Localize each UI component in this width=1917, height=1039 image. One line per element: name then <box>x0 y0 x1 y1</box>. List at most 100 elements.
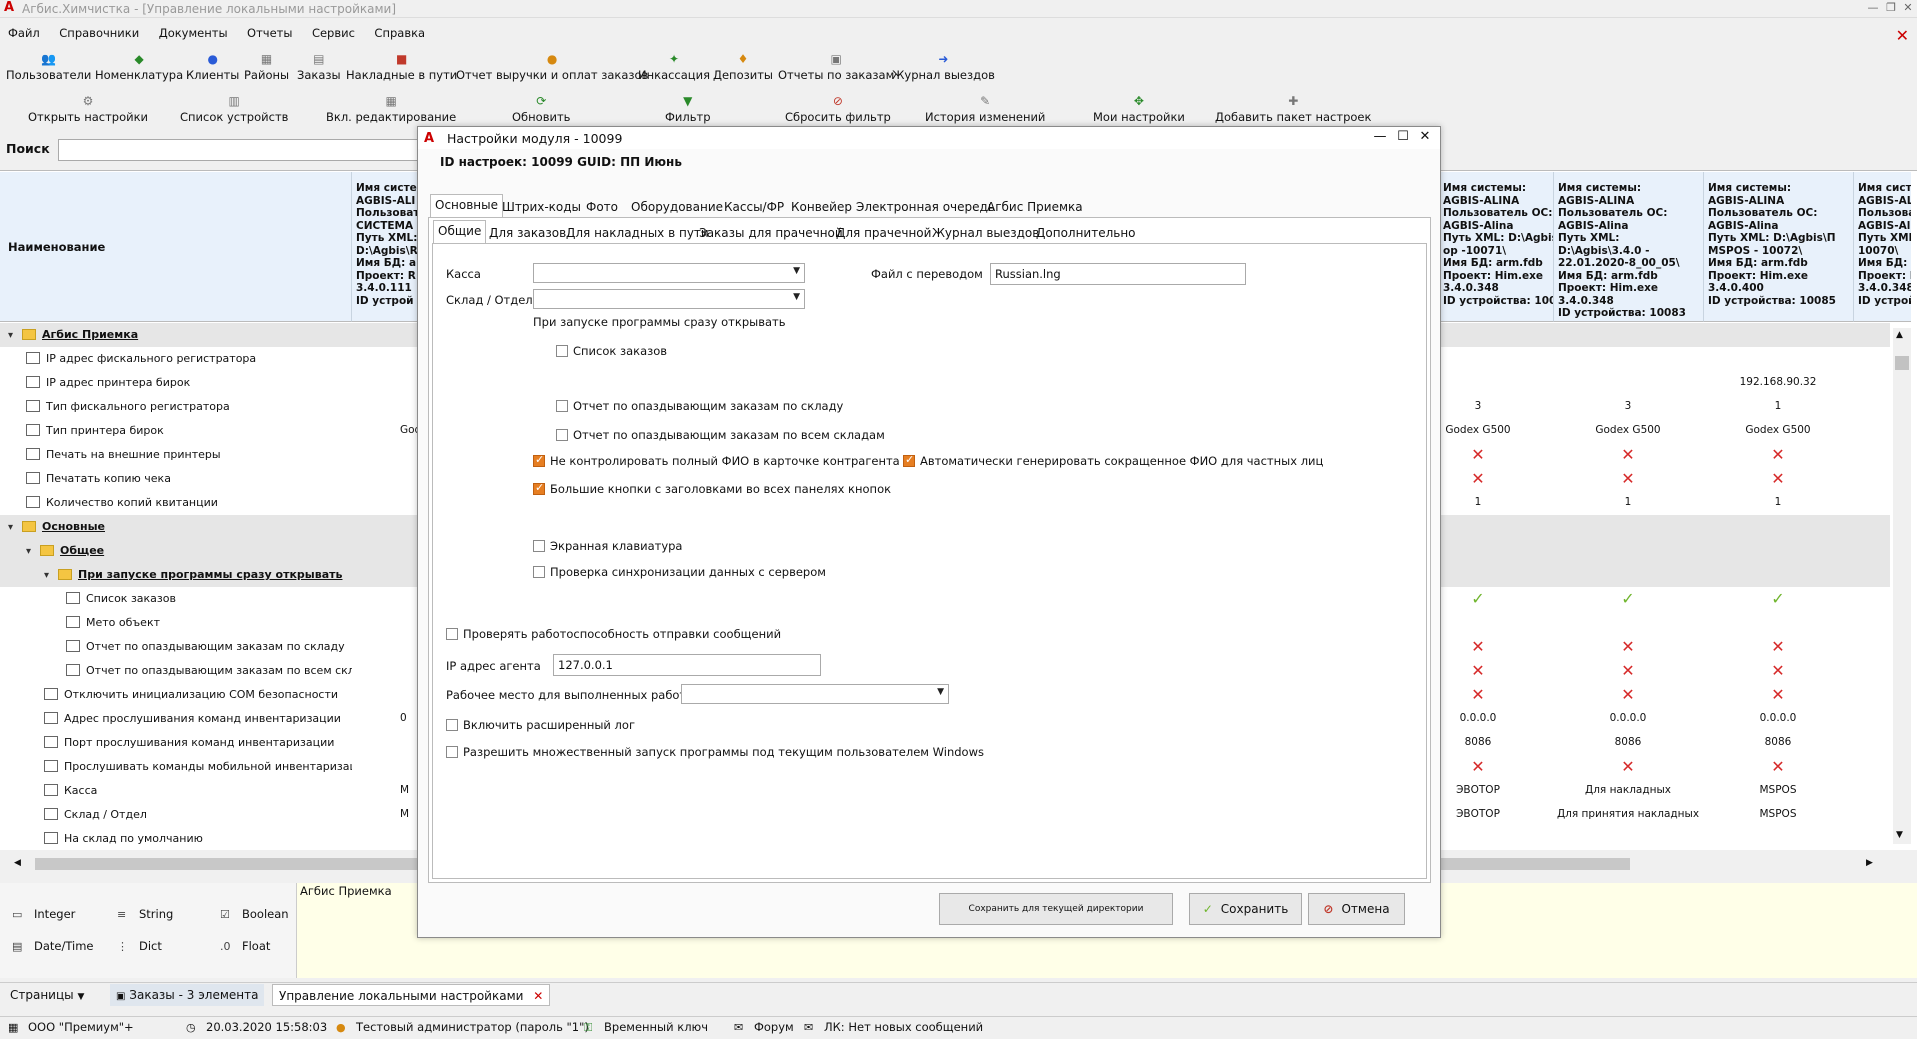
horizontal-scroll-thumb-right[interactable] <box>1440 858 1630 870</box>
subtab-additional[interactable]: Дополнительно <box>1032 223 1140 243</box>
boolean-cell[interactable]: ✕ <box>1703 685 1853 704</box>
cancel-button[interactable]: ⊘ Отмена <box>1308 893 1405 925</box>
tab-cash-registers[interactable]: Кассы/ФР <box>720 197 788 217</box>
grid-cell[interactable]: Godex G500 <box>1553 424 1703 436</box>
tree-group-row[interactable]: ▾ Основные <box>0 515 352 539</box>
collapse-icon[interactable]: ▾ <box>8 516 18 539</box>
tree-row[interactable]: Прослушивать команды мобильной инвентари… <box>0 755 352 779</box>
order-reports-button[interactable]: ▣ Отчеты по заказам <box>778 52 894 82</box>
extended-log-checkbox[interactable] <box>446 719 458 731</box>
big-buttons-checkbox[interactable] <box>533 481 545 495</box>
tab-conveyor[interactable]: Конвейер <box>787 197 856 217</box>
kassa-select[interactable]: ▼ <box>533 263 805 283</box>
boolean-cell[interactable]: ✓ <box>1553 589 1703 608</box>
pages-menu-button[interactable]: Страницы ▼ <box>4 984 90 1006</box>
status-forum[interactable]: ✉ Форум <box>734 1020 794 1034</box>
tree-row[interactable]: Печать на внешние принтеры <box>0 443 352 467</box>
collapse-icon[interactable]: ▾ <box>8 324 18 347</box>
device-column-header[interactable]: Имя систе AGBIS-ALI Пользоват СИСТЕМА Пу… <box>352 172 420 322</box>
reset-filter-button[interactable]: ⊘ Сбросить фильтр <box>785 94 891 124</box>
grid-cell[interactable]: 192.168.90.32 <box>1703 376 1853 388</box>
tree-group-row[interactable]: ▾ Агбис Приемка <box>0 323 352 347</box>
tab-photo[interactable]: Фото <box>582 197 622 217</box>
minimize-icon[interactable]: — <box>1865 1 1881 15</box>
device-column-header[interactable]: Имя системы: AGBIS-ALINA Пользователь ОС… <box>1438 172 1553 322</box>
vertical-scrollbar[interactable] <box>1893 328 1911 844</box>
scroll-up-icon[interactable]: ▲ <box>1896 330 1903 340</box>
grid-cell[interactable]: 1 <box>1553 496 1703 508</box>
grid-cell[interactable]: Для принятия накладных <box>1553 808 1703 820</box>
scroll-right-icon[interactable]: ▶ <box>1866 858 1873 868</box>
menu-help[interactable]: Справка <box>366 24 433 42</box>
app-close-icon[interactable]: ✕ <box>1896 26 1909 45</box>
grid-cell[interactable]: Для накладных <box>1553 784 1703 796</box>
boolean-cell[interactable]: ✕ <box>1553 685 1703 704</box>
dialog-close-icon[interactable]: ✕ <box>1416 129 1434 144</box>
scroll-down-icon[interactable]: ▼ <box>1896 830 1903 840</box>
grid-cell[interactable]: Godex G500 <box>1703 424 1853 436</box>
tree-group-row[interactable]: ▾ Общее <box>0 539 352 563</box>
tab-close-icon[interactable]: ✕ <box>533 989 543 1003</box>
grid-cell[interactable]: 0.0.0.0 <box>1703 712 1853 724</box>
deposits-button[interactable]: ♦ Депозиты <box>713 52 773 82</box>
grid-cell[interactable]: 8086 <box>1553 736 1703 748</box>
menu-references[interactable]: Справочники <box>51 24 147 42</box>
tree-row[interactable]: Мето объект <box>0 611 352 635</box>
workplace-select[interactable]: ▼ <box>681 684 949 704</box>
tree-row[interactable]: Адрес прослушивания команд инвентаризаци… <box>0 707 352 731</box>
tab-main[interactable]: Основные <box>430 194 504 217</box>
menu-reports[interactable]: Отчеты <box>239 24 300 42</box>
grid-cell[interactable]: M <box>400 808 409 820</box>
grid-cell[interactable]: MSPOS <box>1703 784 1853 796</box>
no-full-fio-checkbox[interactable] <box>533 453 545 467</box>
trips-journal-button[interactable]: ➜ Журнал выездов <box>892 52 995 82</box>
tree-row[interactable]: Отчет по опаздывающим заказам по складу <box>0 635 352 659</box>
add-package-button[interactable]: ✚ Добавить пакет настроек <box>1215 94 1371 124</box>
lang-file-input[interactable]: Russian.lng <box>990 263 1246 285</box>
tree-row[interactable]: Тип принтера бирок <box>0 419 352 443</box>
grid-cell[interactable]: MSPOS <box>1703 808 1853 820</box>
tree-row[interactable]: Количество копий квитанции <box>0 491 352 515</box>
late-by-warehouse-checkbox[interactable] <box>556 400 568 412</box>
grid-cell[interactable]: 0 <box>400 712 407 724</box>
tab-equipment[interactable]: Оборудование <box>627 197 727 217</box>
horizontal-scroll-thumb[interactable] <box>35 858 435 870</box>
device-column-header[interactable]: Имя системы: AGBIS-ALI Пользоват AGBIS-A… <box>1853 172 1911 322</box>
subtab-laundry-orders[interactable]: Заказы для прачечной <box>695 223 847 243</box>
auto-short-fio-checkbox[interactable] <box>903 453 915 467</box>
menu-service[interactable]: Сервис <box>304 24 363 42</box>
refresh-button[interactable]: ⟳ Обновить <box>512 94 570 124</box>
grid-cell[interactable]: M <box>400 784 409 796</box>
collapse-icon[interactable]: ▾ <box>44 564 54 587</box>
tab-agbis-reception[interactable]: Агбис Приемка <box>983 197 1087 217</box>
device-column-header[interactable]: Имя системы: AGBIS-ALINA Пользователь ОС… <box>1553 172 1703 322</box>
subtab-orders[interactable]: Для заказов <box>485 223 570 243</box>
tree-row[interactable]: Отчет по опаздывающим заказам по всем ск… <box>0 659 352 683</box>
tree-group-row[interactable]: ▾ При запуске программы сразу открывать <box>0 563 352 587</box>
tree-row[interactable]: Список заказов <box>0 587 352 611</box>
collapse-icon[interactable]: ▾ <box>26 540 36 563</box>
collection-button[interactable]: ✦ Инкассация <box>638 52 710 82</box>
vertical-scroll-thumb[interactable] <box>1895 356 1909 370</box>
subtab-trips-journal[interactable]: Журнал выездов <box>928 223 1043 243</box>
grid-cell[interactable]: 1 <box>1703 400 1853 412</box>
name-column-header[interactable]: Наименование <box>8 240 105 254</box>
subtab-laundry[interactable]: Для прачечной <box>832 223 935 243</box>
tree-row[interactable]: На склад по умолчанию <box>0 827 352 851</box>
clients-button[interactable]: ● Клиенты <box>186 52 239 82</box>
nomenclature-button[interactable]: ◆ Номенклатура <box>95 52 183 82</box>
boolean-cell[interactable]: ✕ <box>1703 445 1853 464</box>
boolean-cell[interactable]: ✕ <box>1703 661 1853 680</box>
devices-button[interactable]: ▥ Список устройств <box>180 94 288 124</box>
sync-check-checkbox[interactable] <box>533 566 545 578</box>
status-messages[interactable]: ✉ ЛК: Нет новых сообщений <box>804 1020 983 1034</box>
grid-cell[interactable]: 3 <box>1553 400 1703 412</box>
tree-row[interactable]: Печатать копию чека <box>0 467 352 491</box>
tree-row[interactable]: Тип фискального регистратора <box>0 395 352 419</box>
tree-row[interactable]: Порт прослушивания команд инвентаризации <box>0 731 352 755</box>
boolean-cell[interactable]: ✕ <box>1703 469 1853 488</box>
orders-list-checkbox[interactable] <box>556 345 568 357</box>
tree-row[interactable]: Отключить инициализацию COM безопасности <box>0 683 352 707</box>
agent-ip-input[interactable]: 127.0.0.1 <box>553 654 821 676</box>
boolean-cell[interactable]: ✕ <box>1553 469 1703 488</box>
